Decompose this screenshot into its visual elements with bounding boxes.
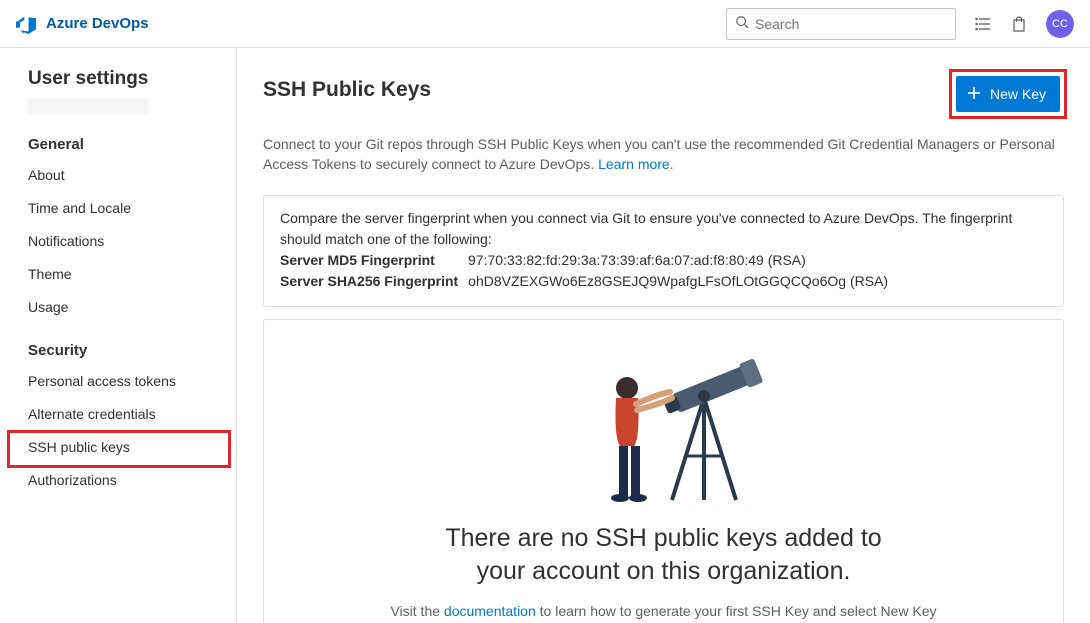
search-input[interactable] <box>755 16 947 32</box>
header-left: Azure DevOps <box>16 14 149 34</box>
shopping-bag-icon[interactable] <box>1010 15 1028 33</box>
sidebar-section-general: General <box>0 128 236 159</box>
sidebar-item-alt-creds[interactable]: Alternate credentials <box>0 398 236 431</box>
empty-state-subtext: Visit the documentation to learn how to … <box>384 601 944 623</box>
new-key-label: New Key <box>990 86 1046 102</box>
sidebar-item-time-locale[interactable]: Time and Locale <box>0 192 236 225</box>
plus-icon <box>966 85 982 104</box>
header-right: CC <box>726 8 1074 40</box>
fingerprint-md5-row: Server MD5 Fingerprint 97:70:33:82:fd:29… <box>280 250 1047 271</box>
fingerprint-card: Compare the server fingerprint when you … <box>263 195 1064 307</box>
learn-more-link[interactable]: Learn more. <box>598 156 673 172</box>
sha256-label: Server SHA256 Fingerprint <box>280 271 458 292</box>
brand-label[interactable]: Azure DevOps <box>46 15 149 32</box>
empty-title-line1: There are no SSH public keys added to <box>445 524 881 552</box>
empty-sub-post: to learn how to generate your first SSH … <box>536 603 937 623</box>
global-header: Azure DevOps CC <box>0 0 1090 48</box>
sidebar-item-pat[interactable]: Personal access tokens <box>0 365 236 398</box>
empty-sub-pre: Visit the <box>390 603 443 619</box>
main-header: SSH Public Keys New Key <box>263 72 1064 116</box>
search-icon <box>735 15 749 32</box>
search-input-wrap[interactable] <box>726 8 956 40</box>
sidebar-section-security: Security <box>0 334 236 365</box>
settings-list-icon[interactable] <box>974 15 992 33</box>
documentation-link[interactable]: documentation <box>444 603 536 619</box>
sidebar-item-notifications[interactable]: Notifications <box>0 225 236 258</box>
sha256-value: ohD8VZEXGWo6Ez8GSEJQ9WpafgLFsOfLOtGGQCQo… <box>468 271 888 292</box>
empty-state-card: There are no SSH public keys added to yo… <box>263 319 1064 623</box>
body: User settings General About Time and Loc… <box>0 48 1090 623</box>
sidebar-item-usage[interactable]: Usage <box>0 291 236 324</box>
fingerprint-sha256-row: Server SHA256 Fingerprint ohD8VZEXGWo6Ez… <box>280 271 1047 292</box>
md5-value: 97:70:33:82:fd:29:3a:73:39:af:6a:07:ad:f… <box>468 250 806 271</box>
user-avatar[interactable]: CC <box>1046 10 1074 38</box>
sidebar-item-ssh-keys[interactable]: SSH public keys <box>0 431 236 464</box>
new-key-wrap: New Key <box>952 72 1064 116</box>
azure-devops-logo-icon <box>16 14 36 34</box>
md5-label: Server MD5 Fingerprint <box>280 250 458 271</box>
sidebar-title: User settings <box>0 64 236 96</box>
empty-state-title: There are no SSH public keys added to yo… <box>294 522 1033 590</box>
fingerprint-intro: Compare the server fingerprint when you … <box>280 208 1047 250</box>
page-description: Connect to your Git repos through SSH Pu… <box>263 134 1064 175</box>
sidebar-item-about[interactable]: About <box>0 159 236 192</box>
sidebar-item-theme[interactable]: Theme <box>0 258 236 291</box>
page-title: SSH Public Keys <box>263 72 431 102</box>
user-name-redacted <box>28 98 148 114</box>
empty-state-illustration <box>294 338 1033 508</box>
sidebar-item-authorizations[interactable]: Authorizations <box>0 464 236 497</box>
new-key-button[interactable]: New Key <box>956 76 1060 112</box>
main-content: SSH Public Keys New Key Connect to your … <box>237 48 1090 623</box>
sidebar: User settings General About Time and Loc… <box>0 48 237 623</box>
empty-title-line2: your account on this organization. <box>477 557 851 585</box>
